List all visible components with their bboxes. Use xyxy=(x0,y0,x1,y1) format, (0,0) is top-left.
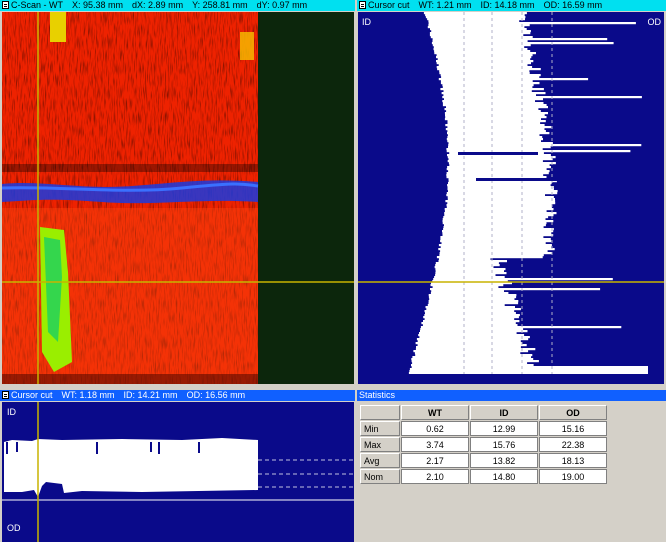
stats-cell: 15.76 xyxy=(470,437,538,452)
cursor-cut-right-od: OD: 16.59 mm xyxy=(543,0,603,10)
cursor-cut-right-wt: WT: 1.21 mm xyxy=(418,0,472,10)
statistics-table: WT ID OD Min 0.62 12.99 15.16 Max 3.74 1… xyxy=(359,404,608,485)
cursor-cut-bottom-od-label: OD xyxy=(7,523,21,533)
stats-cell: 13.82 xyxy=(470,453,538,468)
cscan-x-readout: X: 95.38 mm xyxy=(72,0,124,10)
cursor-cut-right-pane[interactable]: Cursor cut WT: 1.21 mm ID: 14.18 mm OD: 16.… xyxy=(357,0,666,384)
cscan-title: C-Scan - WT xyxy=(11,0,64,10)
cursor-cut-bottom-pane[interactable]: Cursor cut WT: 1.18 mm ID: 14.21 mm OD: 16.… xyxy=(0,390,355,542)
cursor-cut-bottom-profile[interactable] xyxy=(2,402,354,542)
statistics-title-bar[interactable]: Statistics xyxy=(357,390,666,401)
stats-cell: 2.17 xyxy=(401,453,469,468)
stats-row-label: Max xyxy=(360,437,400,452)
window-menu-icon[interactable] xyxy=(2,1,9,9)
stats-row-label: Nom xyxy=(360,469,400,484)
cursor-cut-bottom-wt: WT: 1.18 mm xyxy=(61,390,115,400)
stats-cell: 18.13 xyxy=(539,453,607,468)
stats-row-label: Min xyxy=(360,421,400,436)
statistics-title: Statistics xyxy=(359,390,396,400)
cursor-cut-right-profile[interactable] xyxy=(358,12,664,384)
window-menu-icon[interactable] xyxy=(2,391,9,399)
cursor-cut-right-od-label: OD xyxy=(647,17,662,27)
stats-col-header: WT xyxy=(401,405,469,420)
stats-col-header: ID xyxy=(470,405,538,420)
stats-cell: 22.38 xyxy=(539,437,607,452)
cursor-cut-right-id-label: ID xyxy=(362,17,371,27)
stats-cell: 15.16 xyxy=(539,421,607,436)
cscan-image[interactable] xyxy=(2,12,354,384)
cursor-cut-bottom-id: ID: 14.21 mm xyxy=(123,390,178,400)
stats-cell: 2.10 xyxy=(401,469,469,484)
stats-cell: 0.62 xyxy=(401,421,469,436)
cursor-cut-right-title-bar[interactable]: Cursor cut WT: 1.21 mm ID: 14.18 mm OD: 16.… xyxy=(357,0,666,11)
stats-col-header: OD xyxy=(539,405,607,420)
window-menu-icon[interactable] xyxy=(359,1,366,9)
cscan-y-readout: Y: 258.81 mm xyxy=(192,0,248,10)
statistics-pane[interactable]: Statistics WT ID OD Min 0.62 12.99 15.16… xyxy=(357,390,666,542)
cscan-dy-readout: dY: 0.97 mm xyxy=(256,0,308,10)
cursor-cut-right-id: ID: 14.18 mm xyxy=(480,0,535,10)
cscan-pane[interactable]: C-Scan - WT X: 95.38 mm dX: 2.89 mm Y: 258.… xyxy=(0,0,355,384)
table-row: Min 0.62 12.99 15.16 xyxy=(360,421,607,436)
cscan-dx-readout: dX: 2.89 mm xyxy=(132,0,184,10)
stats-cell: 19.00 xyxy=(539,469,607,484)
stats-corner-cell xyxy=(360,405,400,420)
table-row: Avg 2.17 13.82 18.13 xyxy=(360,453,607,468)
stats-cell: 12.99 xyxy=(470,421,538,436)
stats-row-label: Avg xyxy=(360,453,400,468)
table-row: Max 3.74 15.76 22.38 xyxy=(360,437,607,452)
stats-cell: 3.74 xyxy=(401,437,469,452)
cscan-title-bar[interactable]: C-Scan - WT X: 95.38 mm dX: 2.89 mm Y: 258.… xyxy=(0,0,355,11)
cursor-cut-right-title: Cursor cut xyxy=(368,0,410,10)
stats-cell: 14.80 xyxy=(470,469,538,484)
table-row: Nom 2.10 14.80 19.00 xyxy=(360,469,607,484)
cursor-cut-bottom-id-label: ID xyxy=(7,407,16,417)
cursor-cut-bottom-od: OD: 16.56 mm xyxy=(186,390,246,400)
cursor-cut-bottom-title-bar[interactable]: Cursor cut WT: 1.18 mm ID: 14.21 mm OD: 16.… xyxy=(0,390,355,401)
cursor-cut-bottom-title: Cursor cut xyxy=(11,390,53,400)
